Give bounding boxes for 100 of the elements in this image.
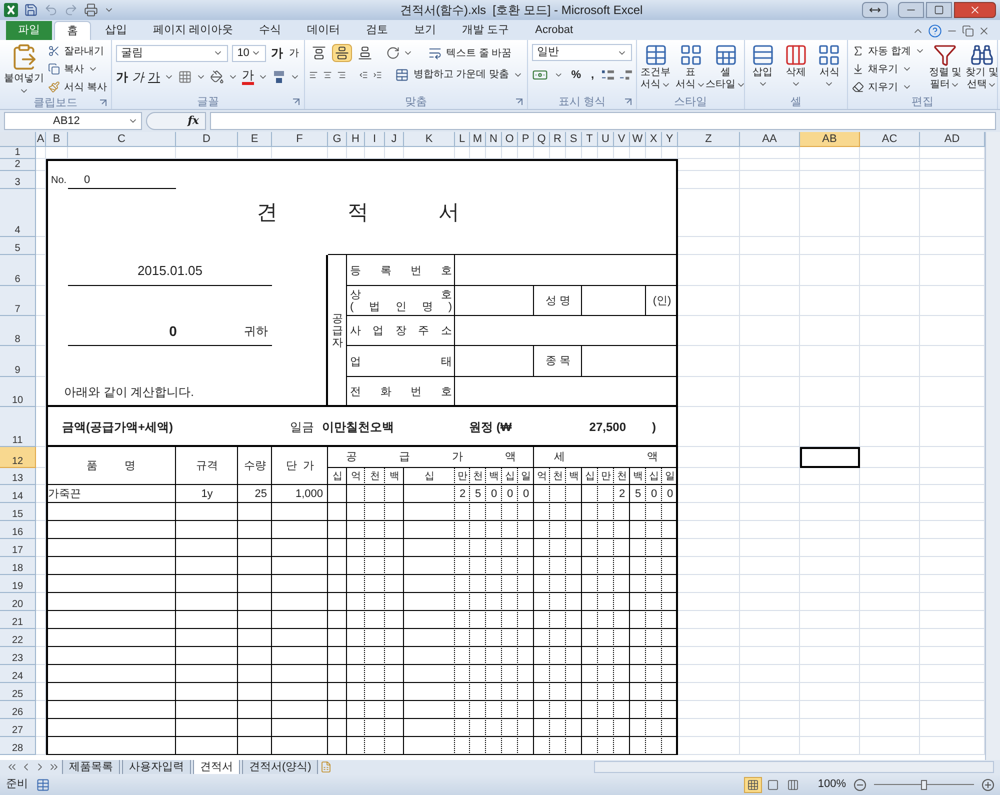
row-header[interactable]: 5 (0, 237, 36, 255)
clipboard-button[interactable]: 잘라내기 (48, 43, 107, 59)
row-header[interactable]: 9 (0, 346, 36, 377)
column-header[interactable]: J (385, 132, 404, 147)
clipboard-button[interactable]: 서식 복사 (48, 79, 107, 95)
column-header[interactable]: P (518, 132, 534, 147)
row-header[interactable]: 12 (0, 447, 36, 468)
row-header[interactable]: 13 (0, 468, 36, 485)
column-header[interactable]: N (486, 132, 502, 147)
cells-button[interactable]: 삽입 (747, 43, 778, 89)
grow-font-button[interactable]: 가 (270, 44, 284, 62)
comma-button[interactable]: , (588, 67, 596, 84)
ribbon-tab[interactable]: 데이터 (295, 21, 352, 40)
sort-filter-button[interactable]: 정렬 및 필터 (928, 43, 962, 95)
editing-button[interactable]: 지우기 (852, 79, 925, 95)
ribbon-tab[interactable]: Acrobat (523, 21, 586, 40)
ribbon-tab[interactable]: 삽입 (93, 21, 139, 40)
column-header[interactable]: F (272, 132, 328, 147)
row-header[interactable]: 11 (0, 407, 36, 447)
percent-button[interactable]: % (569, 67, 583, 84)
column-header[interactable]: B (46, 132, 68, 147)
row-header[interactable]: 8 (0, 316, 36, 346)
column-header[interactable]: Y (662, 132, 678, 147)
column-header[interactable]: Q (534, 132, 550, 147)
row-header[interactable]: 25 (0, 683, 36, 701)
zoom-slider[interactable] (874, 780, 974, 790)
vertical-align-button[interactable] (332, 44, 352, 62)
row-header[interactable]: 3 (0, 171, 36, 189)
clipboard-button[interactable]: 복사 (48, 61, 107, 77)
column-header[interactable]: M (470, 132, 486, 147)
number-format-field[interactable]: 일반 (532, 44, 632, 61)
ribbon-tab[interactable]: 보기 (402, 21, 448, 40)
ribbon-tab[interactable]: 홈 (54, 21, 91, 40)
style-button[interactable]: 조건부 서식 (639, 43, 672, 91)
merge-center-button[interactable]: 병합하고 가운데 맞춤 (395, 67, 524, 82)
paste-button[interactable]: 붙여넣기 (4, 43, 44, 96)
decrease-decimal-icon[interactable] (620, 70, 632, 80)
column-header[interactable]: X (646, 132, 662, 147)
row-header[interactable]: 7 (0, 286, 36, 316)
column-header[interactable]: Z (678, 132, 740, 147)
column-header[interactable]: I (365, 132, 385, 147)
column-header[interactable]: E (238, 132, 272, 147)
sheet-tab[interactable]: 견적서(양식) (242, 760, 318, 774)
row-header[interactable]: 6 (0, 255, 36, 286)
row-header[interactable]: 21 (0, 611, 36, 629)
zoom-in-icon[interactable] (982, 778, 994, 790)
column-header[interactable]: W (630, 132, 646, 147)
column-header[interactable]: AB (800, 132, 860, 147)
row-header[interactable]: 19 (0, 575, 36, 593)
row-header[interactable]: 10 (0, 377, 36, 407)
close-button[interactable] (954, 2, 996, 18)
sheet-tab[interactable]: 사용자입력 (122, 760, 191, 774)
column-header[interactable]: V (614, 132, 630, 147)
wrap-text-button[interactable]: 텍스트 줄 바꿈 (428, 46, 512, 60)
resize-button[interactable] (862, 2, 888, 18)
horizontal-scrollbar[interactable] (594, 761, 994, 773)
font-size-field[interactable]: 10 (232, 44, 266, 62)
cells-button[interactable]: 삭제 (780, 43, 812, 89)
dialog-launcher-icon[interactable] (515, 98, 523, 106)
ribbon-tab[interactable]: 페이지 레이아웃 (141, 21, 246, 40)
column-header[interactable]: S (566, 132, 582, 147)
column-header[interactable]: G (328, 132, 347, 147)
column-header[interactable]: AC (860, 132, 920, 147)
row-header[interactable]: 2 (0, 159, 36, 171)
font-name-field[interactable]: 굴림 (116, 44, 228, 62)
dialog-launcher-icon[interactable] (292, 98, 300, 106)
view-button[interactable] (744, 776, 762, 792)
column-header[interactable]: R (550, 132, 566, 147)
zoom-out-icon[interactable] (854, 778, 866, 790)
excel-logo-icon[interactable] (4, 3, 18, 17)
row-header[interactable]: 15 (0, 503, 36, 521)
row-header[interactable]: 22 (0, 629, 36, 647)
column-header[interactable]: O (502, 132, 518, 147)
row-header[interactable]: 14 (0, 485, 36, 503)
phonetic-icon[interactable] (272, 70, 286, 84)
column-header[interactable]: T (582, 132, 598, 147)
row-header[interactable]: 26 (0, 701, 36, 719)
row-header[interactable]: 4 (0, 189, 36, 237)
row-header[interactable]: 23 (0, 647, 36, 665)
underline-button[interactable]: 가 (148, 68, 160, 86)
column-header[interactable]: K (404, 132, 455, 147)
dialog-launcher-icon[interactable] (99, 99, 107, 107)
row-header[interactable]: 17 (0, 539, 36, 557)
sheet-tab[interactable]: 제품목록 (62, 760, 120, 774)
editing-button[interactable]: 자동 합계 (852, 43, 925, 59)
find-select-button[interactable]: 찾기 및 선택 (966, 43, 998, 95)
ribbon-tab[interactable]: 수식 (247, 21, 294, 40)
file-tab[interactable]: 파일 (6, 21, 52, 40)
row-header[interactable]: 28 (0, 737, 36, 755)
row-header[interactable]: 1 (0, 147, 36, 159)
row-header[interactable]: 16 (0, 521, 36, 539)
column-header[interactable]: AA (740, 132, 800, 147)
zoom-slider-thumb[interactable] (921, 780, 927, 790)
font-color-button[interactable]: 가 (242, 69, 254, 85)
row-header[interactable]: 18 (0, 557, 36, 575)
column-header[interactable]: AD (920, 132, 985, 147)
cells-button[interactable]: 서식 (814, 43, 845, 89)
name-box[interactable]: AB12 (4, 112, 142, 130)
row-header[interactable]: 24 (0, 665, 36, 683)
column-header[interactable]: H (347, 132, 365, 147)
